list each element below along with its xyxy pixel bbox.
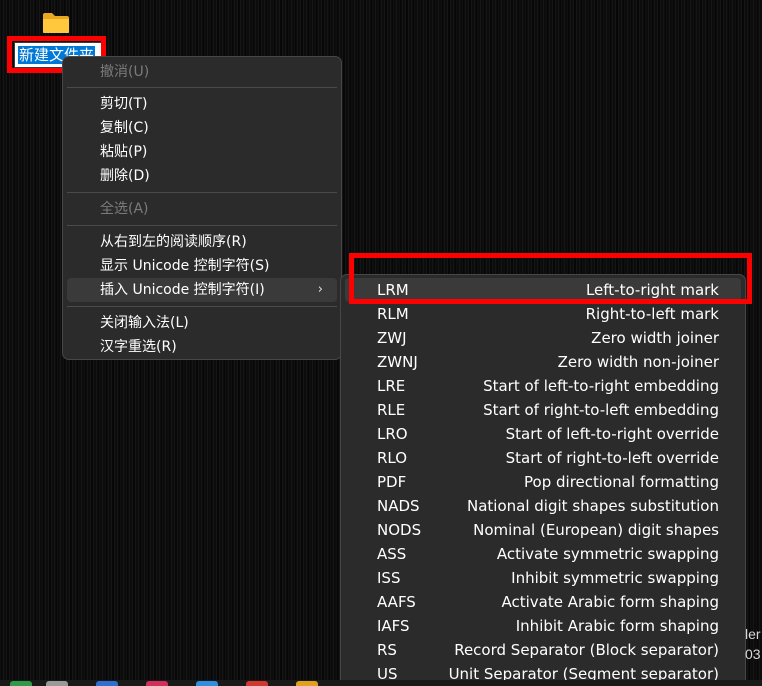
submenu-item-code: IAFS	[377, 617, 410, 635]
taskbar-app-icon[interactable]	[296, 681, 318, 686]
menu-separator	[67, 225, 337, 226]
submenu-item-desc: Right-to-left mark	[585, 305, 719, 323]
submenu-item-desc: Start of left-to-right override	[505, 425, 719, 443]
menu-item-undo[interactable]: 撤消(U)	[67, 60, 337, 84]
submenu-item-desc: Start of right-to-left embedding	[483, 401, 719, 419]
submenu-item-code: LRO	[377, 425, 408, 443]
menu-item-label: 全选(A)	[100, 201, 149, 217]
menu-separator	[67, 87, 337, 88]
taskbar-app-icon[interactable]	[146, 681, 168, 686]
submenu-item-desc: Record Separator (Block separator)	[454, 641, 719, 659]
submenu-item-code: RLE	[377, 401, 406, 419]
submenu-item-desc: Pop directional formatting	[524, 473, 719, 491]
menu-item-close-ime[interactable]: 关闭输入法(L)	[67, 311, 337, 335]
submenu-item-code: AAFS	[377, 593, 416, 611]
submenu-item-code: RS	[377, 641, 397, 659]
menu-item-label: 剪切(T)	[100, 96, 148, 112]
submenu-item-code: NADS	[377, 497, 420, 515]
submenu-item-desc: Inhibit symmetric swapping	[511, 569, 719, 587]
submenu-item-iafs[interactable]: IAFS Inhibit Arabic form shaping	[345, 614, 741, 638]
submenu-item-aafs[interactable]: AAFS Activate Arabic form shaping	[345, 590, 741, 614]
submenu-item-zwnj[interactable]: ZWNJ Zero width non-joiner	[345, 350, 741, 374]
menu-item-select-all[interactable]: 全选(A)	[67, 197, 337, 221]
submenu-item-code: NODS	[377, 521, 422, 539]
submenu-item-rs[interactable]: RS Record Separator (Block separator)	[345, 638, 741, 662]
submenu-item-lre[interactable]: LRE Start of left-to-right embedding	[345, 374, 741, 398]
unicode-control-submenu: LRM Left-to-right mark RLM Right-to-left m…	[340, 274, 746, 686]
menu-item-label: 复制(C)	[100, 120, 149, 136]
submenu-item-desc: Zero width non-joiner	[557, 353, 719, 371]
menu-item-label: 删除(D)	[100, 168, 150, 184]
folder-icon[interactable]	[42, 12, 70, 34]
submenu-item-desc: National digit shapes substitution	[467, 497, 719, 515]
context-menu: 撤消(U) 剪切(T) 复制(C) 粘贴(P) 删除(D) 全选(A) 从右到左…	[62, 56, 342, 360]
menu-item-cut[interactable]: 剪切(T)	[67, 92, 337, 116]
taskbar-app-icon[interactable]	[46, 681, 68, 686]
submenu-item-code: PDF	[377, 473, 407, 491]
submenu-item-desc: Start of right-to-left override	[505, 449, 719, 467]
menu-item-paste[interactable]: 粘贴(P)	[67, 140, 337, 164]
menu-item-rtl-reading-order[interactable]: 从右到左的阅读顺序(R)	[67, 230, 337, 254]
submenu-item-code: ASS	[377, 545, 407, 563]
submenu-item-code: LRE	[377, 377, 406, 395]
menu-item-label: 关闭输入法(L)	[100, 315, 189, 331]
menu-item-label: 显示 Unicode 控制字符(S)	[100, 258, 270, 274]
submenu-item-ass[interactable]: ASS Activate symmetric swapping	[345, 542, 741, 566]
taskbar-app-icon[interactable]	[10, 681, 32, 686]
submenu-item-code: RLM	[377, 305, 409, 323]
submenu-item-desc: Activate Arabic form shaping	[501, 593, 719, 611]
menu-item-insert-unicode-control[interactable]: 插入 Unicode 控制字符(I) ›	[67, 278, 337, 302]
menu-item-label: 从右到左的阅读顺序(R)	[100, 234, 247, 250]
edge-text-right-top: ler	[745, 626, 761, 642]
chevron-right-icon: ›	[317, 282, 323, 297]
submenu-item-code: ZWNJ	[377, 353, 418, 371]
submenu-item-rlm[interactable]: RLM Right-to-left mark	[345, 302, 741, 326]
submenu-item-lro[interactable]: LRO Start of left-to-right override	[345, 422, 741, 446]
submenu-item-code: RLO	[377, 449, 408, 467]
submenu-item-code: ISS	[377, 569, 401, 587]
submenu-item-desc: Zero width joiner	[591, 329, 719, 347]
menu-item-label: 撤消(U)	[100, 64, 150, 80]
desktop: 新建文件夹 撤消(U) 剪切(T) 复制(C) 粘贴(P) 删除(D) 全选(A…	[0, 0, 762, 686]
menu-item-label: 粘贴(P)	[100, 144, 148, 160]
submenu-item-rlo[interactable]: RLO Start of right-to-left override	[345, 446, 741, 470]
submenu-item-code: ZWJ	[377, 329, 407, 347]
menu-item-show-unicode-control[interactable]: 显示 Unicode 控制字符(S)	[67, 254, 337, 278]
menu-separator	[67, 192, 337, 193]
submenu-item-nods[interactable]: NODS Nominal (European) digit shapes	[345, 518, 741, 542]
menu-item-delete[interactable]: 删除(D)	[67, 164, 337, 188]
taskbar-app-icon[interactable]	[246, 681, 268, 686]
menu-separator	[67, 306, 337, 307]
submenu-item-rle[interactable]: RLE Start of right-to-left embedding	[345, 398, 741, 422]
submenu-item-pdf[interactable]: PDF Pop directional formatting	[345, 470, 741, 494]
submenu-item-desc: Start of left-to-right embedding	[483, 377, 719, 395]
taskbar-app-icon[interactable]	[196, 681, 218, 686]
menu-item-label: 插入 Unicode 控制字符(I)	[100, 282, 265, 298]
submenu-item-iss[interactable]: ISS Inhibit symmetric swapping	[345, 566, 741, 590]
menu-item-reconversion[interactable]: 汉字重选(R)	[67, 335, 337, 359]
menu-item-copy[interactable]: 复制(C)	[67, 116, 337, 140]
submenu-item-desc: Nominal (European) digit shapes	[473, 521, 719, 539]
edge-text-right-bottom: 03	[745, 646, 761, 662]
menu-item-label: 汉字重选(R)	[100, 339, 177, 355]
submenu-item-zwj[interactable]: ZWJ Zero width joiner	[345, 326, 741, 350]
taskbar-app-icon[interactable]	[96, 681, 118, 686]
submenu-item-desc: Activate symmetric swapping	[496, 545, 719, 563]
lrm-highlight-outline	[349, 253, 752, 304]
submenu-item-nads[interactable]: NADS National digit shapes substitution	[345, 494, 741, 518]
submenu-item-desc: Inhibit Arabic form shaping	[515, 617, 719, 635]
